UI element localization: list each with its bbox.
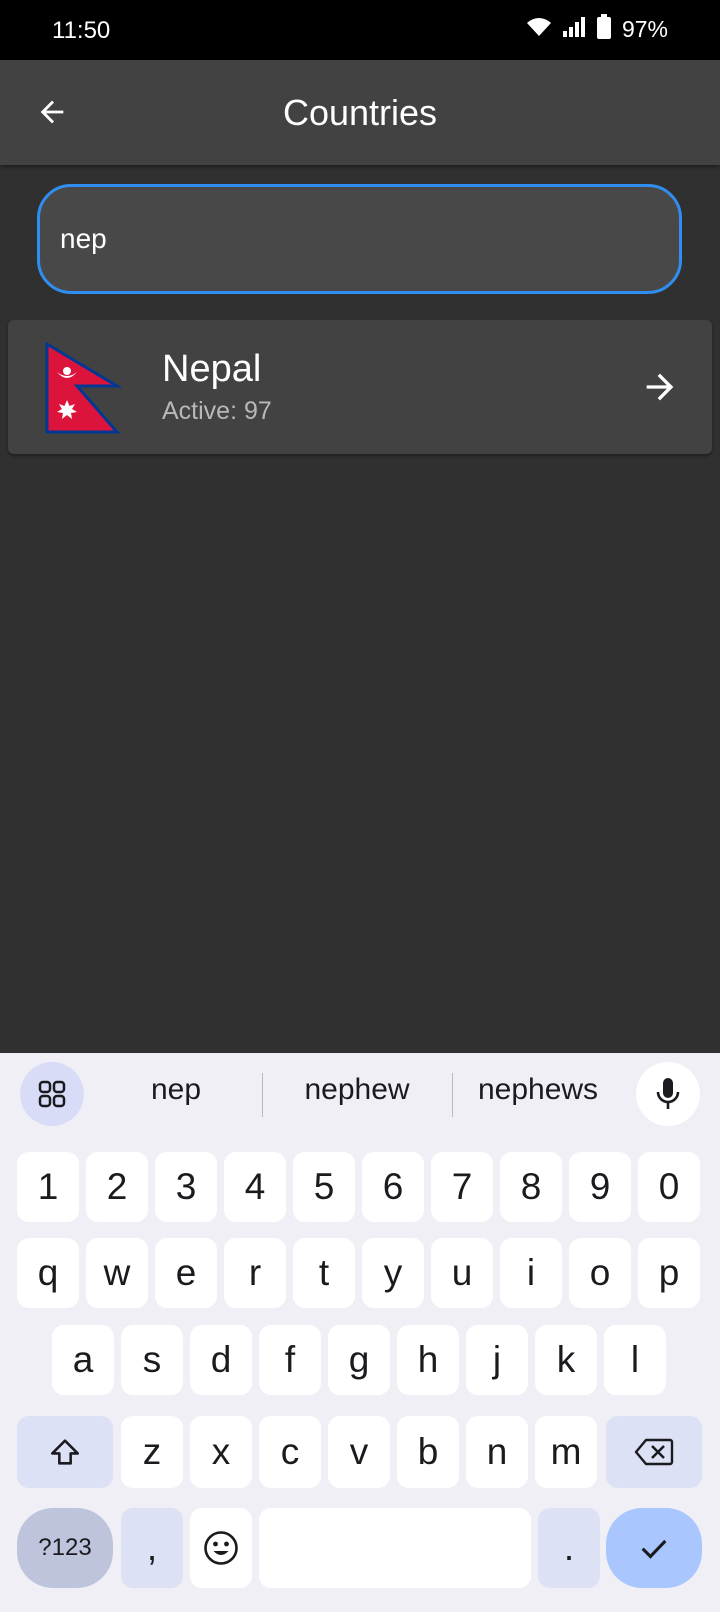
shift-key[interactable] <box>17 1416 113 1488</box>
backspace-icon <box>634 1438 674 1466</box>
key-e[interactable]: e <box>155 1238 217 1308</box>
key-m[interactable]: m <box>535 1416 597 1488</box>
space-key[interactable] <box>259 1508 531 1588</box>
wifi-icon <box>526 16 552 43</box>
key-t[interactable]: t <box>293 1238 355 1308</box>
key-i[interactable]: i <box>500 1238 562 1308</box>
key-r[interactable]: r <box>224 1238 286 1308</box>
key-y[interactable]: y <box>362 1238 424 1308</box>
key-7[interactable]: 7 <box>431 1152 493 1222</box>
signal-icon <box>562 16 586 43</box>
nepal-flag-icon <box>45 342 123 434</box>
enter-key[interactable] <box>606 1508 702 1588</box>
open-country-button[interactable] <box>636 363 684 411</box>
key-3[interactable]: 3 <box>155 1152 217 1222</box>
status-time: 11:50 <box>52 17 111 44</box>
apps-grid-icon <box>38 1080 66 1108</box>
key-5[interactable]: 5 <box>293 1152 355 1222</box>
status-icons: 97% <box>526 14 668 45</box>
key-z[interactable]: z <box>121 1416 183 1488</box>
arrow-forward-icon <box>646 373 674 401</box>
suggestion-strip: nep nephew nephews <box>0 1053 720 1135</box>
key-s[interactable]: s <box>121 1325 183 1395</box>
battery-icon <box>596 14 612 45</box>
key-g[interactable]: g <box>328 1325 390 1395</box>
period-key[interactable]: . <box>538 1508 600 1588</box>
key-9[interactable]: 9 <box>569 1152 631 1222</box>
key-6[interactable]: 6 <box>362 1152 424 1222</box>
suggestion-divider <box>262 1073 263 1117</box>
status-bar: 11:50 97% <box>0 0 720 60</box>
shift-icon <box>50 1439 80 1465</box>
active-count: Active: 97 <box>162 397 272 425</box>
key-j[interactable]: j <box>466 1325 528 1395</box>
key-0[interactable]: 0 <box>638 1152 700 1222</box>
key-f[interactable]: f <box>259 1325 321 1395</box>
checkmark-icon <box>641 1539 667 1559</box>
key-d[interactable]: d <box>190 1325 252 1395</box>
key-c[interactable]: c <box>259 1416 321 1488</box>
suggestion-divider <box>452 1073 453 1117</box>
country-name: Nepal <box>162 348 262 390</box>
key-8[interactable]: 8 <box>500 1152 562 1222</box>
key-1[interactable]: 1 <box>17 1152 79 1222</box>
search-field[interactable] <box>37 184 682 294</box>
keyboard-apps-button[interactable] <box>20 1062 84 1126</box>
emoji-key[interactable] <box>190 1508 252 1588</box>
key-w[interactable]: w <box>86 1238 148 1308</box>
microphone-icon <box>656 1078 680 1109</box>
page-title: Countries <box>282 92 438 133</box>
suggestion-item[interactable]: nephews <box>462 1073 614 1107</box>
key-p[interactable]: p <box>638 1238 700 1308</box>
suggestion-item[interactable]: nephew <box>272 1073 442 1107</box>
key-a[interactable]: a <box>52 1325 114 1395</box>
backspace-key[interactable] <box>606 1416 702 1488</box>
key-q[interactable]: q <box>17 1238 79 1308</box>
key-k[interactable]: k <box>535 1325 597 1395</box>
suggestion-item[interactable]: nep <box>100 1073 252 1107</box>
key-4[interactable]: 4 <box>224 1152 286 1222</box>
key-v[interactable]: v <box>328 1416 390 1488</box>
key-2[interactable]: 2 <box>86 1152 148 1222</box>
key-n[interactable]: n <box>466 1416 528 1488</box>
key-h[interactable]: h <box>397 1325 459 1395</box>
voice-input-button[interactable] <box>636 1062 700 1126</box>
key-x[interactable]: x <box>190 1416 252 1488</box>
country-list-item[interactable]: Nepal Active: 97 <box>8 320 712 454</box>
app-bar: Countries <box>0 60 720 165</box>
emoji-icon <box>204 1531 238 1565</box>
key-u[interactable]: u <box>431 1238 493 1308</box>
key-l[interactable]: l <box>604 1325 666 1395</box>
battery-percent: 97% <box>621 16 668 42</box>
key-b[interactable]: b <box>397 1416 459 1488</box>
onscreen-keyboard: nep nephew nephews 1 2 3 4 5 6 7 8 9 0 q… <box>0 1053 720 1612</box>
symbols-key[interactable]: ?123 <box>17 1508 113 1588</box>
key-o[interactable]: o <box>569 1238 631 1308</box>
comma-key[interactable]: , <box>121 1508 183 1588</box>
search-input[interactable] <box>60 217 620 261</box>
